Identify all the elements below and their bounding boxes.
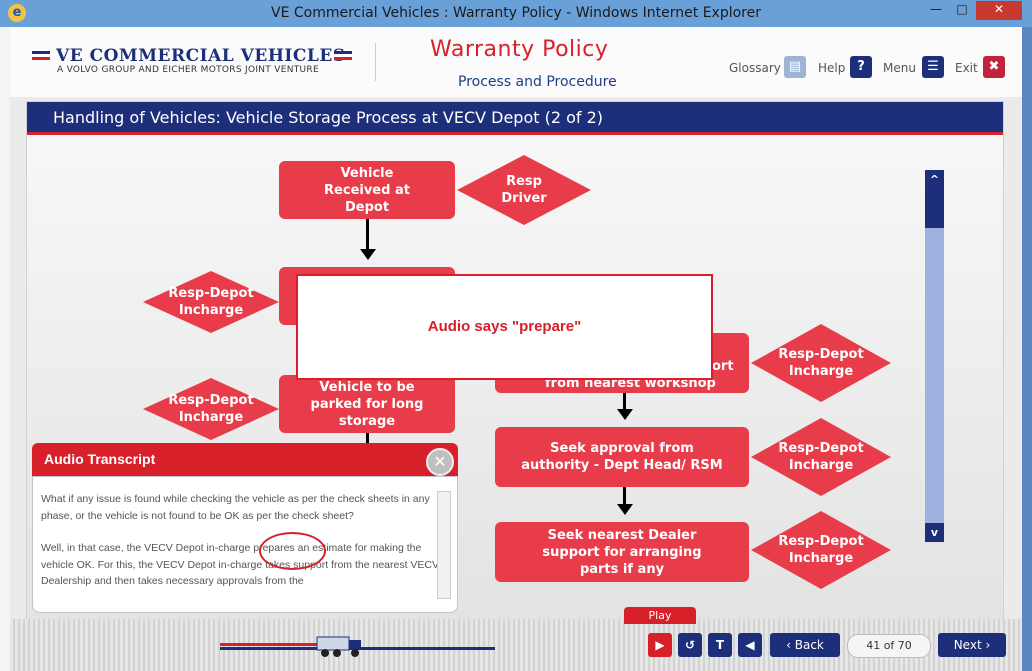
- menu-label[interactable]: Menu: [883, 61, 916, 75]
- help-icon[interactable]: ?: [850, 56, 872, 78]
- flow-box-label: Vehicle Received at Depot: [324, 165, 410, 215]
- transcript-title: Audio Transcript: [44, 451, 156, 467]
- flow-diamond-label: Resp-Depot Incharge: [778, 534, 864, 566]
- replay-icon[interactable]: ↺: [678, 633, 702, 657]
- flow-diamond-label: Resp-Depot Incharge: [168, 286, 254, 318]
- header-divider: [375, 43, 376, 81]
- flow-box-label: Seek approval from authority - Dept Head…: [521, 441, 723, 473]
- flow-diamond-label: Resp-Depot Incharge: [168, 393, 254, 425]
- panel-title: Handling of Vehicles: Vehicle Storage Pr…: [53, 108, 604, 127]
- audio-transcript-panel: Audio Transcript ✕ What if any issue is …: [32, 443, 458, 613]
- course-title: Warranty Policy: [430, 37, 609, 62]
- course-subtitle: Process and Procedure: [458, 74, 617, 90]
- scroll-up-button[interactable]: ^: [925, 170, 944, 189]
- flow-diamond-resp-depot: Resp-Depot Incharge: [751, 418, 891, 496]
- play-tooltip: Play: [624, 607, 696, 624]
- flow-box-long-storage: Vehicle to be parked for long storage: [279, 375, 455, 433]
- back-button[interactable]: ‹ Back: [770, 633, 840, 657]
- help-label[interactable]: Help: [818, 61, 845, 75]
- content-scrollbar[interactable]: ^ v: [925, 170, 944, 542]
- page-counter: 41 of 70: [847, 634, 931, 658]
- glossary-label[interactable]: Glossary: [729, 61, 781, 75]
- transcript-body: What if any issue is found while checkin…: [32, 476, 458, 613]
- text-icon[interactable]: T: [708, 633, 732, 657]
- maximize-button[interactable]: □: [950, 1, 974, 20]
- exit-icon[interactable]: ✖: [983, 56, 1005, 78]
- exit-label[interactable]: Exit: [955, 61, 978, 75]
- scroll-thumb[interactable]: [925, 189, 944, 228]
- transcript-header: Audio Transcript ✕: [32, 443, 458, 476]
- flow-diamond-resp-depot: Resp-Depot Incharge: [143, 378, 279, 440]
- back-label: Back: [794, 638, 824, 652]
- app-header: VE COMMERCIAL VEHICLES A VOLVO GROUP AND…: [10, 27, 1022, 97]
- flow-box-seek-approval: Seek approval from authority - Dept Head…: [495, 427, 749, 487]
- flow-arrowhead: [617, 504, 633, 515]
- glossary-icon[interactable]: ▤: [784, 56, 806, 78]
- transcript-paragraph: Well, in that case, the VECV Depot in-ch…: [41, 542, 440, 587]
- audio-icon[interactable]: ◀: [738, 633, 762, 657]
- flow-diamond-label: Resp Driver: [501, 174, 547, 206]
- flow-diamond-resp-depot: Resp-Depot Incharge: [751, 511, 891, 589]
- panel-title-bar: Handling of Vehicles: Vehicle Storage Pr…: [27, 102, 1003, 132]
- flow-diamond-resp-depot: Resp-Depot Incharge: [751, 324, 891, 402]
- window-titlebar: e VE Commercial Vehicles : Warranty Poli…: [0, 0, 1032, 27]
- flow-arrow: [623, 487, 626, 504]
- transcript-scrollbar[interactable]: [437, 491, 451, 599]
- app-frame: VE COMMERCIAL VEHICLES A VOLVO GROUP AND…: [10, 27, 1022, 671]
- flow-arrow: [623, 393, 626, 409]
- close-window-button[interactable]: ✕: [976, 1, 1022, 20]
- minimize-button[interactable]: —: [924, 1, 948, 20]
- truck-icon: [316, 636, 361, 657]
- flow-box-dealer-support: Seek nearest Dealer support for arrangin…: [495, 522, 749, 582]
- scroll-down-button[interactable]: v: [925, 523, 944, 542]
- flow-arrow: [366, 219, 369, 249]
- flow-box-label: Seek nearest Dealer support for arrangin…: [542, 527, 702, 577]
- desktop-edge: [0, 27, 10, 671]
- flow-diamond-label: Resp-Depot Incharge: [778, 347, 864, 379]
- popup-message: Audio says "prepare": [427, 318, 582, 335]
- menu-icon[interactable]: ☰: [922, 56, 944, 78]
- logo-subtitle: A VOLVO GROUP AND EICHER MOTORS JOINT VE…: [57, 65, 319, 75]
- logo-flag-icon: [334, 51, 352, 60]
- window-title: VE Commercial Vehicles : Warranty Policy…: [271, 5, 761, 21]
- logo-text: VE COMMERCIAL VEHICLES: [56, 46, 346, 66]
- flow-diamond-resp-depot: Resp-Depot Incharge: [143, 271, 279, 333]
- play-icon[interactable]: ▶: [648, 633, 672, 657]
- next-label: Next: [953, 638, 982, 652]
- highlight-circle: [259, 532, 326, 570]
- transcript-text: What if any issue is found while checkin…: [41, 491, 439, 606]
- audio-popup: Audio says "prepare": [296, 274, 713, 380]
- flow-diamond-resp-driver: Resp Driver: [457, 155, 591, 225]
- flow-diamond-label: Resp-Depot Incharge: [778, 441, 864, 473]
- logo-flag-icon: [32, 51, 50, 60]
- flow-arrowhead: [360, 249, 376, 260]
- flow-box-vehicle-received: Vehicle Received at Depot: [279, 161, 455, 219]
- flow-arrowhead: [617, 409, 633, 420]
- flow-box-label-fragment: ort: [712, 359, 734, 374]
- transcript-paragraph: What if any issue is found while checkin…: [41, 493, 430, 522]
- next-button[interactable]: Next ›: [938, 633, 1006, 657]
- flow-box-label: Vehicle to be parked for long storage: [310, 379, 424, 429]
- transcript-close-button[interactable]: ✕: [426, 448, 454, 476]
